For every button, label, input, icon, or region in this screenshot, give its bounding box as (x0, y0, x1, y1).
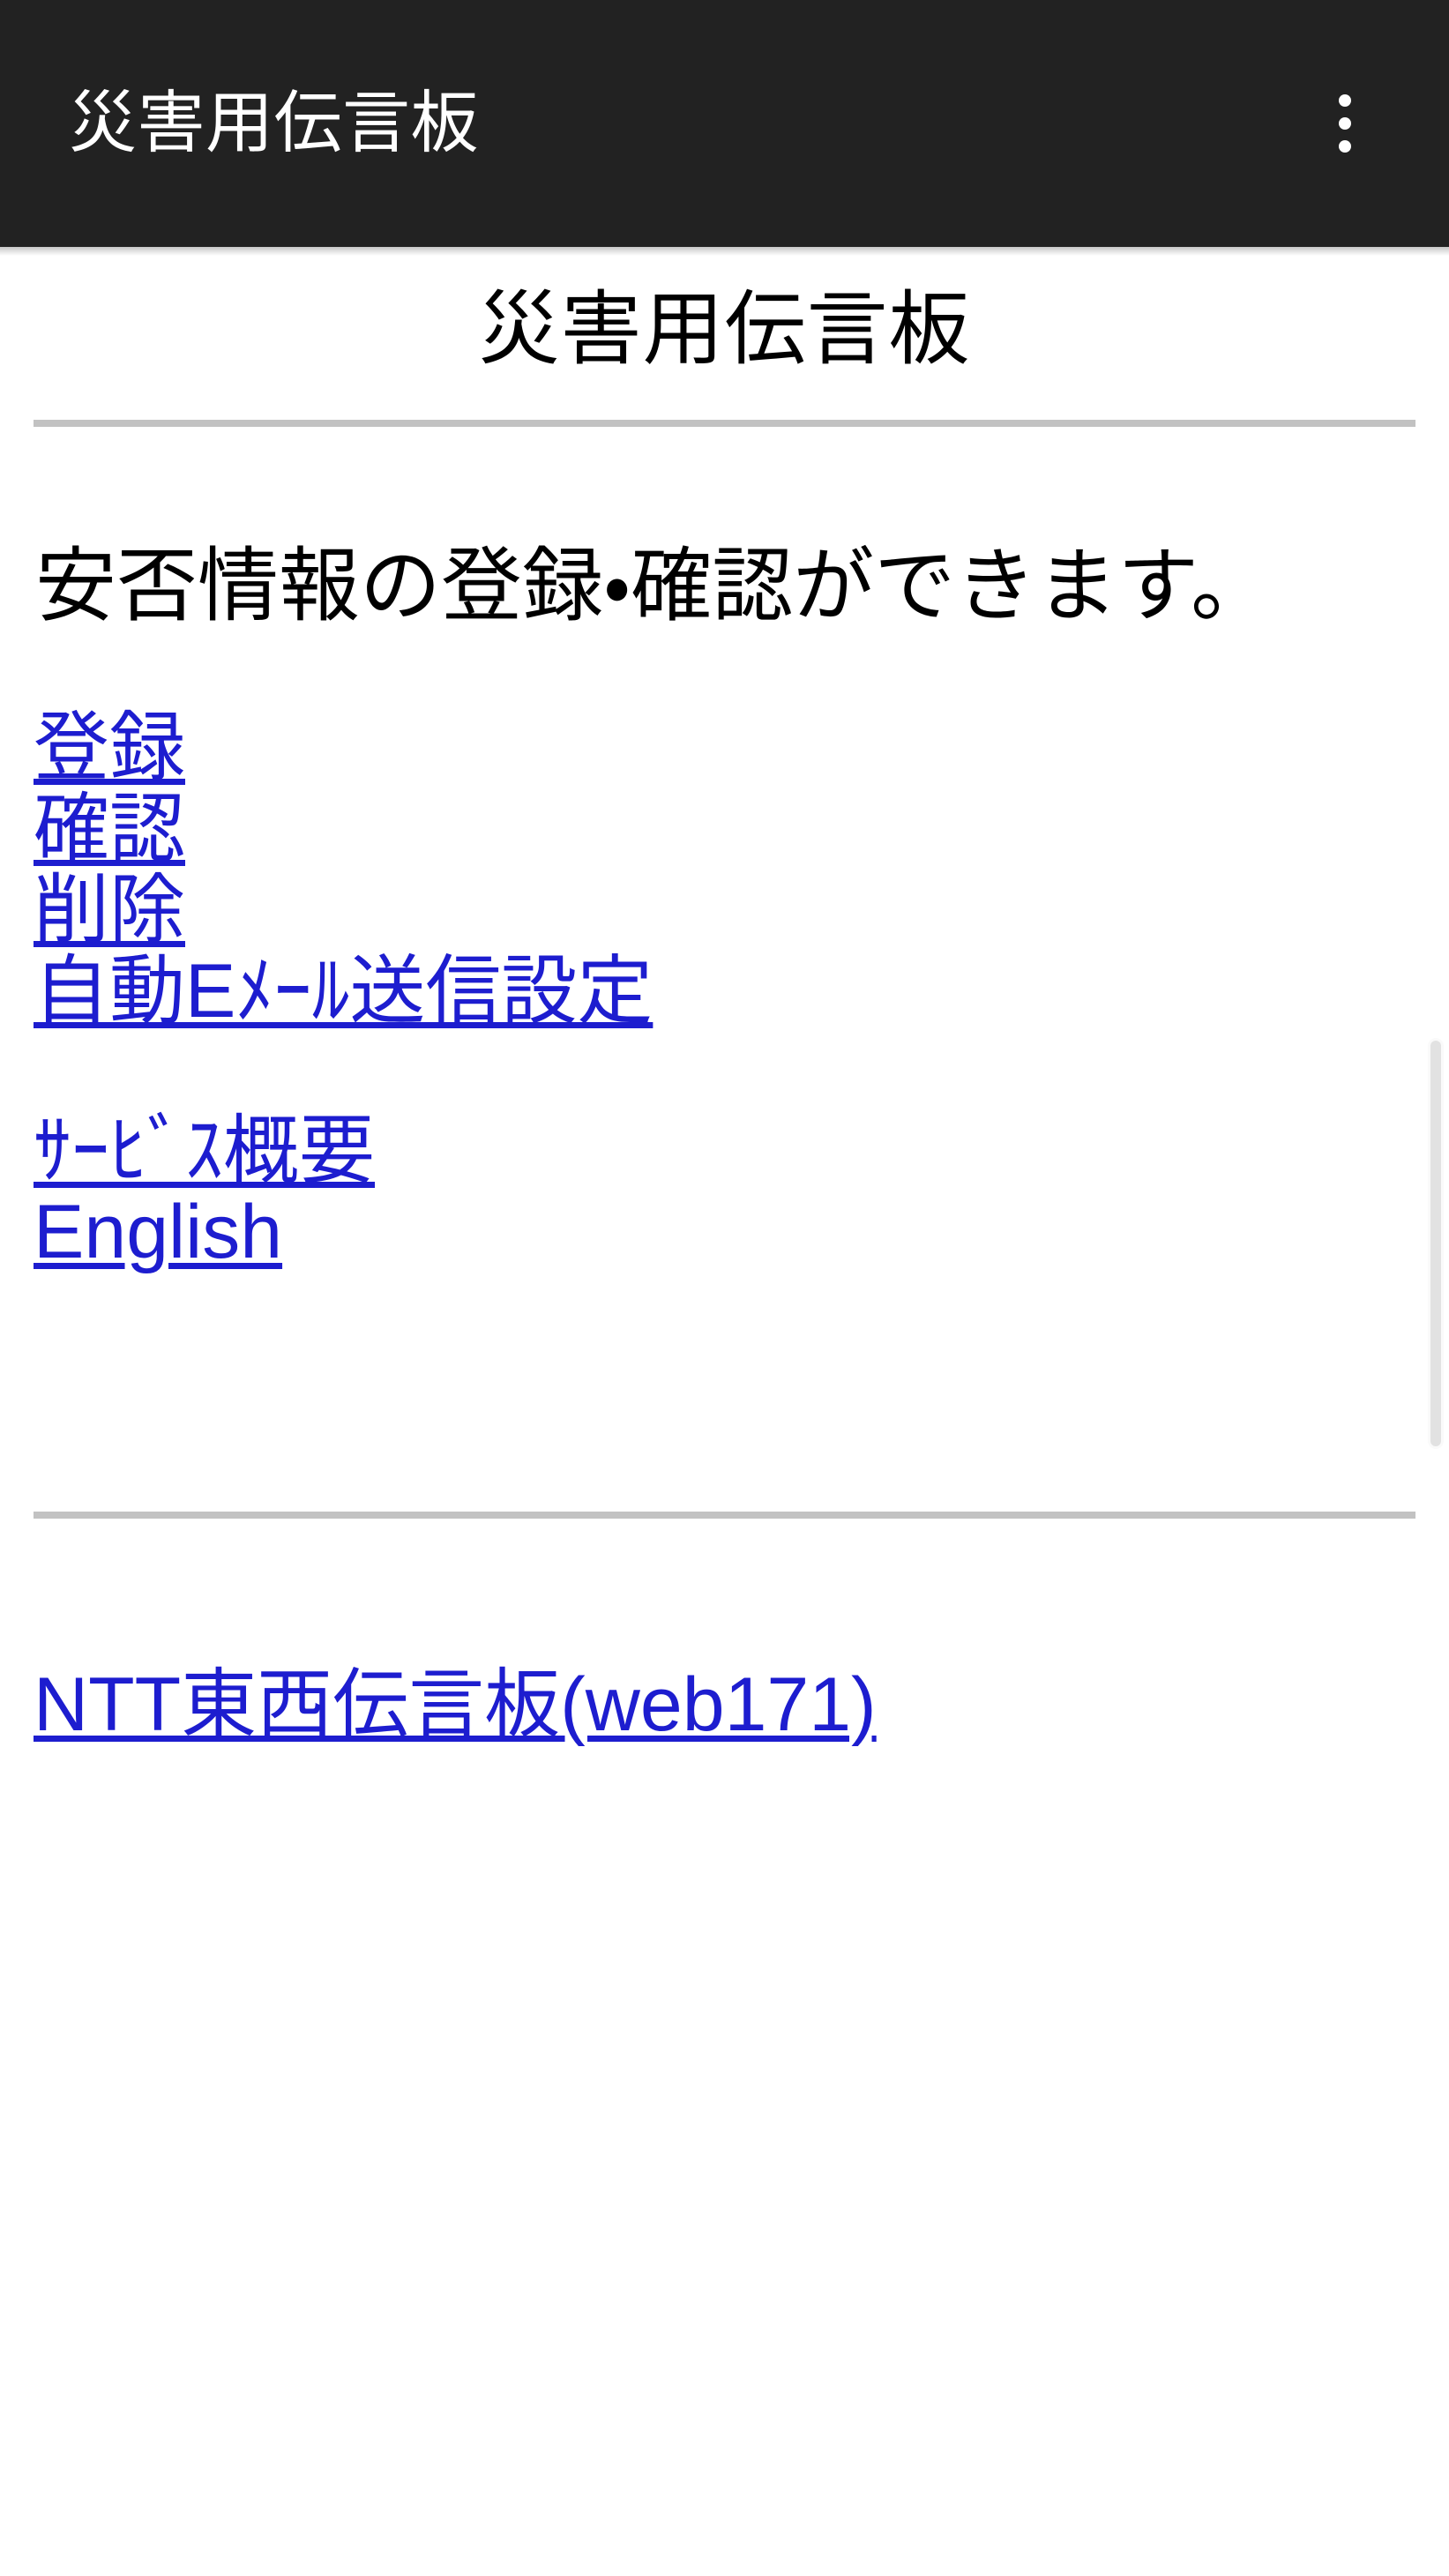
link-confirm[interactable]: 確認 (34, 790, 185, 869)
scrollbar-thumb[interactable] (1430, 1041, 1441, 1446)
page-title: 災害用伝言板 (478, 285, 971, 375)
link-english[interactable]: English (34, 1193, 282, 1272)
app-bar: 災害用伝言板 (0, 0, 1449, 247)
link-service-overview[interactable]: ｻｰﾋﾞｽ概要 (34, 1113, 375, 1191)
overflow-menu-icon[interactable] (1303, 71, 1387, 176)
link-ntt-web171[interactable]: NTT東西伝言板(web171) (34, 1666, 877, 1744)
app-bar-title: 災害用伝言板 (69, 85, 479, 161)
list-item: ｻｰﾋﾞｽ概要 (34, 1113, 1449, 1191)
link-delete[interactable]: 削除 (34, 871, 185, 950)
vertical-scrollbar[interactable] (1423, 247, 1449, 2576)
overflow-dot-1 (1339, 94, 1351, 107)
intro-paragraph: 安否情報の登録・確認ができます。 (35, 541, 1273, 631)
list-item: 確認 (34, 790, 1449, 869)
list-item: 自動Eﾒｰﾙ送信設定 (34, 952, 1449, 1031)
overflow-dot-2 (1339, 117, 1351, 130)
primary-link-list: 登録 確認 削除 自動Eﾒｰﾙ送信設定 (0, 710, 1449, 1030)
secondary-link-list: ｻｰﾋﾞｽ概要 English (0, 1113, 1449, 1271)
footer-link-list: NTT東西伝言板(web171) (0, 1666, 1449, 1744)
divider-bottom (34, 1511, 1415, 1519)
list-item: 削除 (34, 871, 1449, 950)
app-bar-shadow (0, 247, 1449, 256)
list-item: 登録 (34, 710, 1449, 788)
link-auto-email-settings[interactable]: 自動Eﾒｰﾙ送信設定 (34, 952, 653, 1031)
list-item: NTT東西伝言板(web171) (34, 1666, 1449, 1744)
overflow-dot-3 (1339, 140, 1351, 153)
list-item: English (34, 1193, 1449, 1272)
page-content: 災害用伝言板 安否情報の登録・確認ができます。 登録 確認 削除 自動Eﾒｰﾙ送… (0, 247, 1449, 2576)
link-register[interactable]: 登録 (34, 710, 185, 788)
divider-top (34, 419, 1415, 427)
